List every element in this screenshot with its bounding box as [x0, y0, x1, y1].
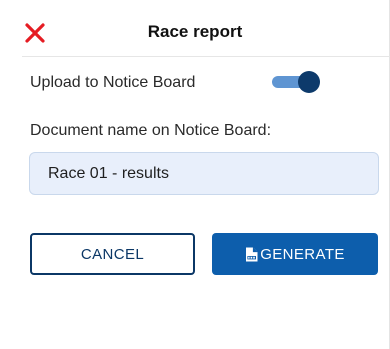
upload-toggle[interactable]: [269, 70, 323, 94]
pdf-file-icon: [245, 247, 258, 262]
dialog-header: Race report: [0, 0, 390, 58]
cancel-button-label: CANCEL: [80, 245, 145, 263]
generate-button[interactable]: GENERATE: [212, 233, 378, 275]
generate-button-label: GENERATE: [260, 245, 345, 263]
document-name-input[interactable]: [29, 152, 379, 195]
toggle-thumb: [298, 71, 320, 93]
upload-label: Upload to Notice Board: [30, 74, 196, 91]
cancel-button[interactable]: CANCEL: [30, 233, 195, 275]
race-report-dialog: Race report Upload to Notice Board Docum…: [0, 0, 390, 349]
header-divider: [22, 56, 390, 57]
upload-row: Upload to Notice Board: [30, 70, 330, 96]
dialog-title: Race report: [147, 22, 243, 41]
document-name-label: Document name on Notice Board:: [30, 122, 272, 139]
